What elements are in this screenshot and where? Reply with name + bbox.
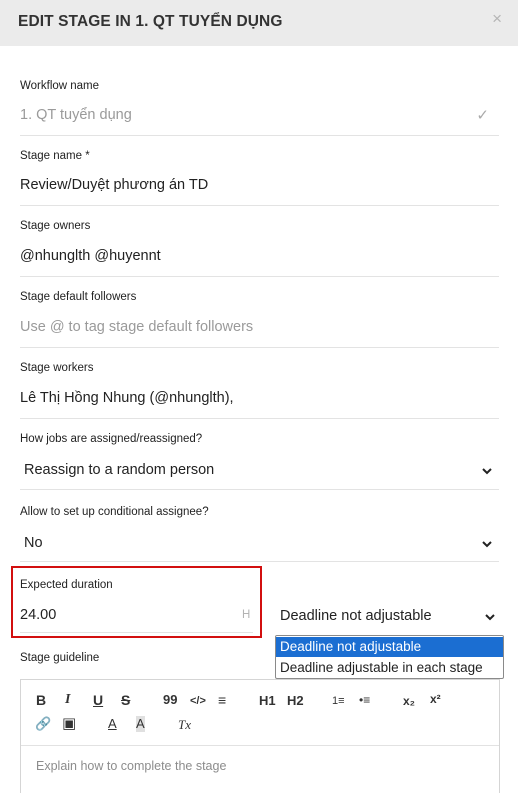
stage-name-label: Stage name * <box>20 150 90 162</box>
ordered-list-icon[interactable]: 1≡ <box>332 693 345 709</box>
underline-icon[interactable]: U <box>93 692 103 708</box>
divider <box>20 561 499 562</box>
italic-icon[interactable]: I <box>65 692 70 708</box>
expected-duration-label: Expected duration <box>20 579 113 591</box>
duration-highlight-box <box>11 566 262 638</box>
assignment-label: How jobs are assigned/reassigned? <box>20 433 203 445</box>
divider <box>20 205 499 206</box>
deadline-option-not-adjustable[interactable]: Deadline not adjustable <box>276 637 503 657</box>
check-icon: ✓ <box>476 107 489 124</box>
close-icon[interactable]: × <box>492 9 502 29</box>
stage-name-input[interactable]: Review/Duyệt phương án TD <box>20 177 208 193</box>
stage-followers-label: Stage default followers <box>20 291 137 303</box>
subscript-icon[interactable]: x₂ <box>403 693 415 709</box>
stage-guideline-label: Stage guideline <box>20 652 100 664</box>
deadline-select[interactable]: Deadline not adjustable <box>280 608 432 624</box>
align-icon[interactable]: ≡ <box>218 692 226 708</box>
chevron-down-icon[interactable] <box>484 611 498 625</box>
deadline-option-adjustable[interactable]: Deadline adjustable in each stage <box>276 658 503 678</box>
image-icon[interactable]: ▣ <box>62 716 76 732</box>
guideline-input[interactable]: Explain how to complete the stage <box>36 759 226 773</box>
superscript-icon[interactable]: x² <box>430 691 441 707</box>
expected-duration-input[interactable]: 24.00 <box>20 607 56 623</box>
background-color-icon[interactable]: A <box>136 716 145 732</box>
divider <box>20 489 499 490</box>
bold-icon[interactable]: B <box>36 692 46 708</box>
toolbar-divider <box>21 745 499 746</box>
modal-header: EDIT STAGE IN 1. QT TUYỂN DỤNG × <box>0 0 518 46</box>
divider <box>20 276 499 277</box>
conditional-assignee-select[interactable]: No <box>24 535 43 551</box>
stage-owners-input[interactable]: @nhunglth @huyennt <box>20 248 161 264</box>
quote-icon[interactable]: 99 <box>163 692 177 708</box>
heading-2-icon[interactable]: H2 <box>287 693 304 709</box>
stage-workers-label: Stage workers <box>20 362 94 374</box>
workflow-name-value: 1. QT tuyển dụng <box>20 107 132 123</box>
guideline-editor: B I U S 99 </> ≡ H1 H2 1≡ •≡ x₂ x² 🔗 ▣ A… <box>20 679 500 793</box>
code-icon[interactable]: </> <box>190 693 206 709</box>
divider <box>20 418 499 419</box>
chevron-down-icon[interactable] <box>481 465 495 479</box>
divider <box>20 347 499 348</box>
clear-format-icon[interactable]: Tx <box>178 717 191 733</box>
stage-followers-input[interactable]: Use @ to tag stage default followers <box>20 319 253 335</box>
heading-1-icon[interactable]: H1 <box>259 693 276 709</box>
deadline-dropdown-list: Deadline not adjustable Deadline adjusta… <box>275 635 504 679</box>
divider <box>20 632 253 633</box>
strikethrough-icon[interactable]: S <box>121 692 130 708</box>
bullet-list-icon[interactable]: •≡ <box>359 692 370 708</box>
divider <box>20 135 499 136</box>
duration-unit: H <box>242 609 251 621</box>
assignment-select[interactable]: Reassign to a random person <box>24 462 214 478</box>
modal-title: EDIT STAGE IN 1. QT TUYỂN DỤNG <box>18 13 283 30</box>
chevron-down-icon[interactable] <box>481 538 495 552</box>
link-icon[interactable]: 🔗 <box>35 716 51 732</box>
workflow-name-label: Workflow name <box>20 80 100 92</box>
stage-owners-label: Stage owners <box>20 220 91 232</box>
text-color-icon[interactable]: A <box>108 716 117 732</box>
conditional-assignee-label: Allow to set up conditional assignee? <box>20 506 209 518</box>
stage-workers-input[interactable]: Lê Thị Hồng Nhung (@nhunglth), <box>20 390 234 406</box>
